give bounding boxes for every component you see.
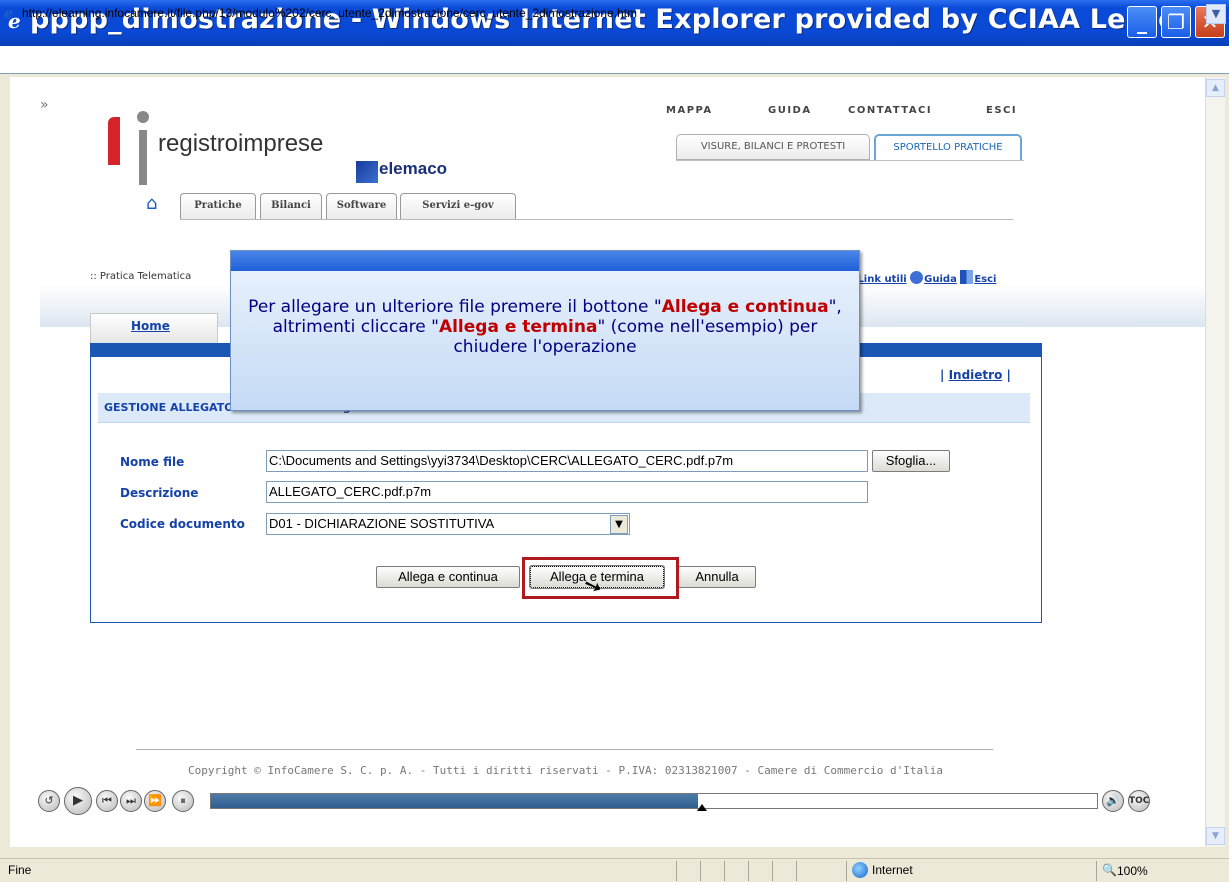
nav-tab-bilanci[interactable]: Bilanci <box>260 193 322 219</box>
status-text: Fine <box>8 863 32 877</box>
zoom-icon: 🔍 <box>1102 863 1117 877</box>
play-icon[interactable]: ▶ <box>64 787 92 815</box>
divider <box>180 219 1013 220</box>
footer-divider <box>136 749 993 750</box>
fast-forward-icon[interactable]: ⏩ <box>144 790 166 812</box>
volume-icon[interactable]: 🔊 <box>1102 790 1124 812</box>
page-content: » MAPPA GUIDA CONTATTACI ESCI VISURE, BI… <box>10 77 1205 847</box>
page-icon: e <box>4 6 13 22</box>
logo-text: registroimprese <box>158 130 324 157</box>
codice-documento-select[interactable]: D01 - DICHIARAZIONE SOSTITUTIVA <box>266 513 630 535</box>
divider <box>724 861 725 881</box>
top-link-mappa[interactable]: MAPPA <box>666 105 713 116</box>
divider <box>772 861 773 881</box>
annulla-button[interactable]: Annulla <box>678 566 756 588</box>
tab-visure-bilanci-protesti[interactable]: VISURE, BILANCI E PROTESTI <box>676 134 870 160</box>
divider <box>796 861 797 881</box>
descrizione-input[interactable]: ALLEGATO_CERC.pdf.p7m <box>266 481 868 503</box>
telemaco-logo-text: elemaco <box>379 159 448 178</box>
globe-icon <box>852 862 868 878</box>
back-link: | Indietro | <box>940 368 1011 382</box>
help-icon <box>910 271 924 284</box>
home-icon[interactable]: ⌂ <box>146 193 157 214</box>
address-dropdown-button[interactable]: ▼ <box>1206 4 1226 24</box>
address-bar[interactable] <box>0 46 1229 74</box>
nav-tab-servizi-e-gov[interactable]: Servizi e-gov <box>400 193 516 219</box>
status-bar: Fine Internet 🔍 100% <box>0 858 1229 882</box>
logo-dot <box>137 111 149 123</box>
divider <box>676 861 677 881</box>
toc-button[interactable]: TOC <box>1128 790 1150 812</box>
browse-button[interactable]: Sfoglia... <box>872 450 950 472</box>
progress-fill <box>211 794 699 808</box>
address-url[interactable]: http://elearning.infocamere.it/file.php/… <box>22 6 637 20</box>
tab-sportello-pratiche[interactable]: SPORTELLO PRATICHE <box>874 134 1022 160</box>
top-link-guida[interactable]: GUIDA <box>768 105 812 116</box>
descrizione-label: Descrizione <box>120 486 199 500</box>
scroll-down-icon[interactable]: ▼ <box>1206 827 1225 845</box>
expand-icon[interactable]: » <box>40 97 49 113</box>
exit-icon <box>960 270 974 284</box>
callout-text: Per allegare un ulteriore file premere i… <box>248 297 842 357</box>
link-utili[interactable]: Link utili <box>857 274 906 285</box>
previous-icon[interactable]: ⏮ <box>96 790 118 812</box>
next-icon[interactable]: ⏭ <box>120 790 142 812</box>
divider <box>700 861 701 881</box>
top-link-esci[interactable]: ESCI <box>986 105 1017 116</box>
replay-icon[interactable]: ↺ <box>38 790 60 812</box>
restore-button[interactable]: ❐ <box>1161 6 1191 38</box>
link-esci[interactable]: Esci <box>974 274 996 285</box>
nav-tab-pratiche[interactable]: Pratiche <box>180 193 256 219</box>
link-guida[interactable]: Guida <box>924 274 957 285</box>
allega-e-continua-button[interactable]: Allega e continua <box>376 566 520 588</box>
copyright: Copyright © InfoCamere S. C. p. A. - Tut… <box>188 764 943 777</box>
minimize-button[interactable]: _ <box>1127 6 1157 38</box>
logo-red-bar <box>108 117 120 165</box>
nav-tab-software[interactable]: Software <box>326 193 397 219</box>
progress-thumb[interactable] <box>697 804 707 811</box>
logo-stem <box>139 130 147 185</box>
top-link-contattaci[interactable]: CONTATTACI <box>848 105 932 116</box>
pause-icon[interactable]: ⏸ <box>172 790 194 812</box>
chevron-down-icon[interactable]: ▼ <box>610 515 628 534</box>
security-zone[interactable]: Internet <box>872 863 913 877</box>
breadcrumb: :: Pratica Telematica <box>90 271 192 282</box>
scroll-up-icon[interactable]: ▲ <box>1206 79 1225 97</box>
nome-file-input[interactable]: C:\Documents and Settings\yyi3734\Deskto… <box>266 450 868 472</box>
divider <box>748 861 749 881</box>
telemaco-logo-icon <box>356 161 378 183</box>
codice-documento-label: Codice documento <box>120 517 245 531</box>
nome-file-label: Nome file <box>120 455 185 469</box>
back-link-label[interactable]: Indietro <box>949 368 1003 382</box>
vertical-scrollbar[interactable]: ▲ ▼ <box>1205 77 1225 847</box>
divider <box>846 861 847 881</box>
home-tab-label[interactable]: Home <box>131 319 170 333</box>
divider <box>676 160 1024 161</box>
divider <box>1096 861 1097 881</box>
progress-bar[interactable] <box>210 793 1098 809</box>
callout-header <box>231 251 859 271</box>
zoom-level[interactable]: 100% <box>1117 864 1148 878</box>
utility-links: s Link utili Guida Esci <box>848 270 996 285</box>
